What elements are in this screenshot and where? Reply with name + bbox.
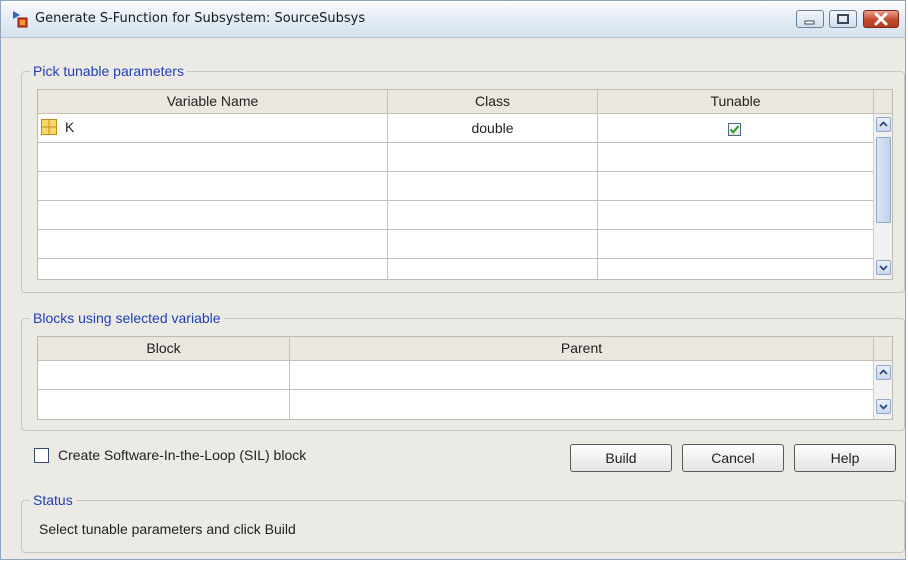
sil-checkbox-label: Create Software-In-the-Loop (SIL) block	[58, 447, 307, 463]
close-icon	[874, 12, 888, 26]
column-header-tunable[interactable]: Tunable	[598, 90, 874, 113]
chevron-down-icon	[879, 265, 888, 271]
empty-cell	[38, 201, 388, 229]
empty-cell	[38, 390, 290, 419]
empty-cell	[388, 259, 598, 279]
scroll-down-button[interactable]	[876, 260, 891, 275]
empty-cell	[38, 143, 388, 171]
table-row[interactable]: K double	[38, 114, 874, 143]
column-header-variable-name[interactable]: Variable Name	[38, 90, 388, 113]
table-row[interactable]	[38, 201, 874, 230]
help-button[interactable]: Help	[794, 444, 896, 472]
chevron-down-icon	[879, 404, 888, 410]
table-row[interactable]	[38, 259, 874, 279]
class-cell[interactable]: double	[388, 114, 598, 142]
sil-checkbox[interactable]	[34, 448, 49, 463]
build-button[interactable]: Build	[570, 444, 672, 472]
table-row[interactable]	[38, 143, 874, 172]
minimize-button[interactable]	[796, 10, 824, 28]
table-row[interactable]	[38, 172, 874, 201]
blocks-table-scrollbar[interactable]	[873, 361, 892, 419]
table-row[interactable]	[38, 390, 874, 419]
maximize-button[interactable]	[829, 10, 857, 28]
scroll-up-button[interactable]	[876, 117, 891, 132]
blocks-table: Block Parent	[37, 336, 893, 420]
scroll-thumb[interactable]	[876, 137, 891, 223]
variable-class: double	[471, 120, 514, 136]
title-bar[interactable]: Generate S-Function for Subsystem: Sourc…	[1, 1, 905, 38]
tunable-cell[interactable]	[598, 114, 874, 142]
scroll-up-button[interactable]	[876, 365, 891, 380]
tunable-parameters-table: Variable Name Class Tunable K double	[37, 89, 893, 280]
table-header: Variable Name Class Tunable	[38, 90, 892, 114]
blocks-group-title: Blocks using selected variable	[30, 310, 224, 326]
variable-name: K	[65, 119, 75, 135]
empty-cell	[38, 259, 388, 279]
status-group-title: Status	[30, 492, 76, 508]
check-mark-icon	[729, 125, 740, 134]
table-header: Block Parent	[38, 337, 892, 361]
close-button[interactable]	[863, 10, 899, 28]
column-header-parent[interactable]: Parent	[290, 337, 874, 360]
dialog-window: Generate S-Function for Subsystem: Sourc…	[0, 0, 906, 560]
empty-cell	[388, 143, 598, 171]
status-text: Select tunable parameters and click Buil…	[39, 521, 296, 537]
column-header-class[interactable]: Class	[388, 90, 598, 113]
empty-cell	[38, 230, 388, 258]
window-title: Generate S-Function for Subsystem: Sourc…	[35, 11, 366, 26]
table-row[interactable]	[38, 361, 874, 390]
chevron-up-icon	[879, 369, 888, 375]
tunable-table-scrollbar[interactable]	[873, 114, 892, 279]
empty-cell	[388, 230, 598, 258]
chevron-up-icon	[879, 121, 888, 127]
minimize-icon	[804, 20, 815, 25]
empty-cell	[38, 172, 388, 200]
empty-cell	[388, 201, 598, 229]
empty-cell	[38, 361, 290, 389]
column-header-block[interactable]: Block	[38, 337, 290, 360]
sil-checkbox-row[interactable]: Create Software-In-the-Loop (SIL) block	[34, 447, 434, 467]
empty-cell	[388, 172, 598, 200]
table-row[interactable]	[38, 230, 874, 259]
parameter-grid-icon	[41, 119, 57, 135]
tunable-checkbox[interactable]	[728, 123, 741, 136]
maximize-icon	[837, 14, 849, 24]
status-group: Status Select tunable parameters and cli…	[21, 492, 905, 553]
subsystem-icon	[13, 11, 28, 28]
variable-name-cell[interactable]: K	[38, 114, 388, 142]
tunable-group-title: Pick tunable parameters	[30, 63, 187, 79]
cancel-button[interactable]: Cancel	[682, 444, 784, 472]
scroll-down-button[interactable]	[876, 399, 891, 414]
